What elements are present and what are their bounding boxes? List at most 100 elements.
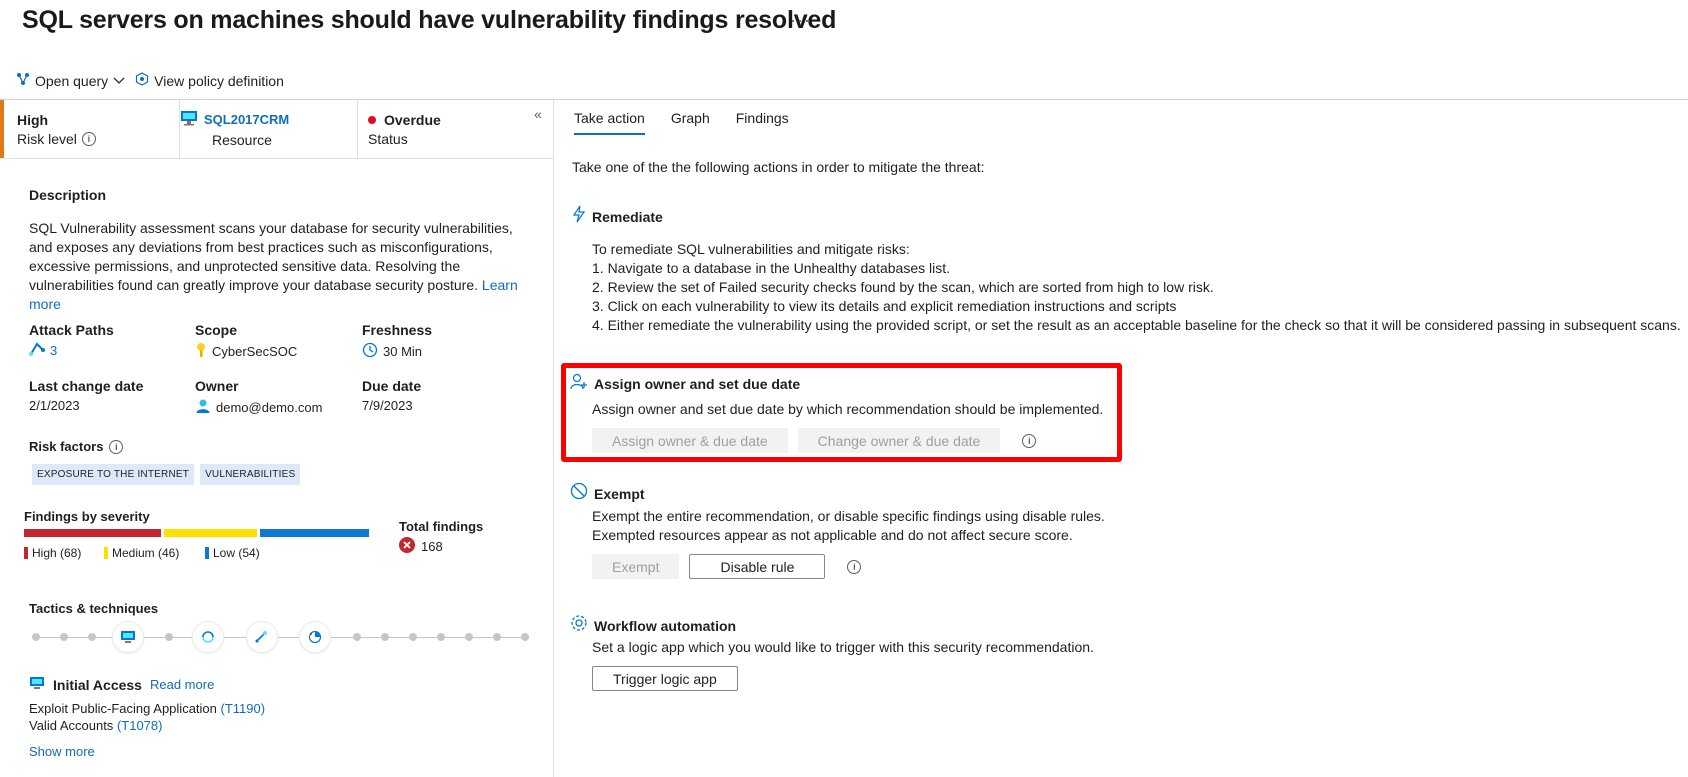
highlight-box (561, 363, 1122, 462)
view-policy-button[interactable]: View policy definition (135, 72, 284, 89)
remediate-step: 3. Click on each vulnerability to view i… (592, 298, 1177, 314)
exempt-line: Exempt the entire recommendation, or dis… (592, 508, 1105, 524)
tab-findings[interactable]: Findings (736, 110, 789, 135)
due-date-value: 7/9/2023 (362, 398, 413, 413)
risk-factors-heading: Risk factors (29, 439, 104, 454)
remediate-intro: To remediate SQL vulnerabilities and mit… (592, 241, 910, 257)
exempt-line: Exempted resources appear as not applica… (592, 527, 1073, 543)
resource-link[interactable]: SQL2017CRM (204, 112, 289, 127)
more-options-button[interactable]: ··· (790, 10, 811, 31)
risk-tag: VULNERABILITIES (200, 464, 301, 485)
remediate-step: 1. Navigate to a database in the Unhealt… (592, 260, 951, 276)
resource-cell: SQL2017CRM Resource (180, 100, 358, 158)
legend-medium: Medium (46) (104, 546, 179, 560)
timeline-dot[interactable] (493, 633, 501, 641)
attack-path-icon (29, 342, 45, 359)
attack-paths: Attack Paths 3 (29, 322, 114, 359)
high-swatch (24, 547, 28, 559)
tactics-heading: Tactics & techniques (29, 601, 159, 616)
show-more-link[interactable]: Show more (29, 744, 95, 759)
intro-text: Take one of the the following actions in… (572, 159, 985, 175)
initial-access-icon[interactable] (112, 621, 144, 653)
freshness: Freshness 30 Min (362, 322, 432, 361)
overdue-dot-icon (368, 116, 376, 124)
attack-paths-value[interactable]: 3 (50, 343, 57, 358)
timeline-dot[interactable] (437, 633, 445, 641)
tab-bar: Take action Graph Findings (574, 110, 789, 135)
initial-access-header: Initial Access Read more (29, 676, 214, 693)
last-change-value: 2/1/2023 (29, 398, 80, 413)
timeline-dot[interactable] (165, 633, 173, 641)
remediate-heading: Remediate (592, 208, 663, 225)
low-severity-bar (260, 529, 369, 537)
resource-label: Resource (212, 132, 272, 148)
info-icon[interactable]: i (847, 559, 862, 574)
tactics-timeline (32, 621, 529, 653)
info-icon[interactable]: i (109, 439, 124, 454)
low-swatch (205, 547, 209, 559)
technique-2: Valid Accounts (T1078) (29, 718, 162, 733)
scope-value: CyberSecSOC (212, 344, 298, 359)
timeline-dot[interactable] (353, 633, 361, 641)
exempt-button[interactable]: Exempt (592, 554, 680, 579)
policy-icon (135, 72, 149, 89)
workflow-heading: Workflow automation (594, 617, 737, 634)
exempt-actions: Exempt Disable rule i (592, 554, 862, 579)
info-icon[interactable]: i (81, 132, 96, 146)
timeline-dot[interactable] (88, 633, 96, 641)
description-text: SQL Vulnerability assessment scans your … (29, 219, 534, 314)
freshness-label: Freshness (362, 322, 433, 338)
query-icon (16, 72, 30, 89)
technique-1: Exploit Public-Facing Application (T1190… (29, 701, 265, 716)
findings-heading: Findings by severity (24, 509, 150, 524)
remediate-step: 2. Review the set of Failed security che… (592, 279, 1214, 295)
total-findings-label: Total findings (399, 519, 484, 534)
exempt-header: Exempt (570, 482, 645, 505)
technique-code-link[interactable]: (T1078) (117, 718, 163, 733)
open-query-button[interactable]: Open query (16, 72, 125, 89)
timeline-dot[interactable] (409, 633, 417, 641)
medium-severity-bar (164, 529, 257, 537)
sql-server-icon (180, 110, 198, 129)
technique-name: Exploit Public-Facing Application (29, 701, 217, 716)
tab-take-action[interactable]: Take action (574, 110, 645, 135)
collapse-panel-icon[interactable]: « (534, 106, 542, 122)
description-body: SQL Vulnerability assessment scans your … (29, 220, 513, 293)
medium-swatch (104, 547, 108, 559)
block-icon (570, 482, 588, 505)
freshness-value: 30 Min (383, 344, 423, 359)
lateral-movement-icon[interactable] (246, 621, 278, 653)
tab-graph[interactable]: Graph (671, 110, 710, 135)
timeline-dot[interactable] (32, 633, 40, 641)
remediate-step: 4. Either remediate the vulnerability us… (592, 317, 1681, 333)
disable-rule-button[interactable]: Disable rule (689, 554, 826, 579)
execution-icon[interactable] (192, 621, 224, 653)
status-label: Status (368, 131, 408, 147)
timeline-dot[interactable] (521, 633, 529, 641)
technique-name: Valid Accounts (29, 718, 114, 733)
workflow-text: Set a logic app which you would like to … (592, 639, 1094, 655)
gear-icon (570, 614, 588, 637)
trigger-logic-app-button[interactable]: Trigger logic app (592, 666, 738, 691)
timeline-dot[interactable] (381, 633, 389, 641)
timeline-dot[interactable] (465, 633, 473, 641)
legend-low: Low (54) (205, 546, 260, 560)
lightning-icon (572, 205, 586, 228)
read-more-link[interactable]: Read more (150, 677, 214, 692)
chevron-down-icon[interactable] (113, 73, 125, 89)
technique-code-link[interactable]: (T1190) (221, 701, 266, 716)
status-cell: Overdue Status (358, 100, 553, 158)
description-heading: Description (29, 187, 107, 203)
risk-level-cell: High Risk level i (17, 100, 180, 158)
impact-icon[interactable] (299, 621, 331, 653)
error-icon (399, 537, 415, 556)
timeline-dot[interactable] (60, 633, 68, 641)
exempt-heading: Exempt (594, 485, 645, 502)
status-value: Overdue (384, 112, 441, 128)
initial-access-icon (29, 676, 45, 693)
page-title: SQL servers on machines should have vuln… (22, 6, 837, 34)
scope: Scope CyberSecSOC (195, 322, 297, 361)
risk-factor-tags: EXPOSURE TO THE INTERNET VULNERABILITIES (32, 464, 306, 485)
key-icon (195, 342, 207, 361)
scope-label: Scope (195, 322, 238, 338)
